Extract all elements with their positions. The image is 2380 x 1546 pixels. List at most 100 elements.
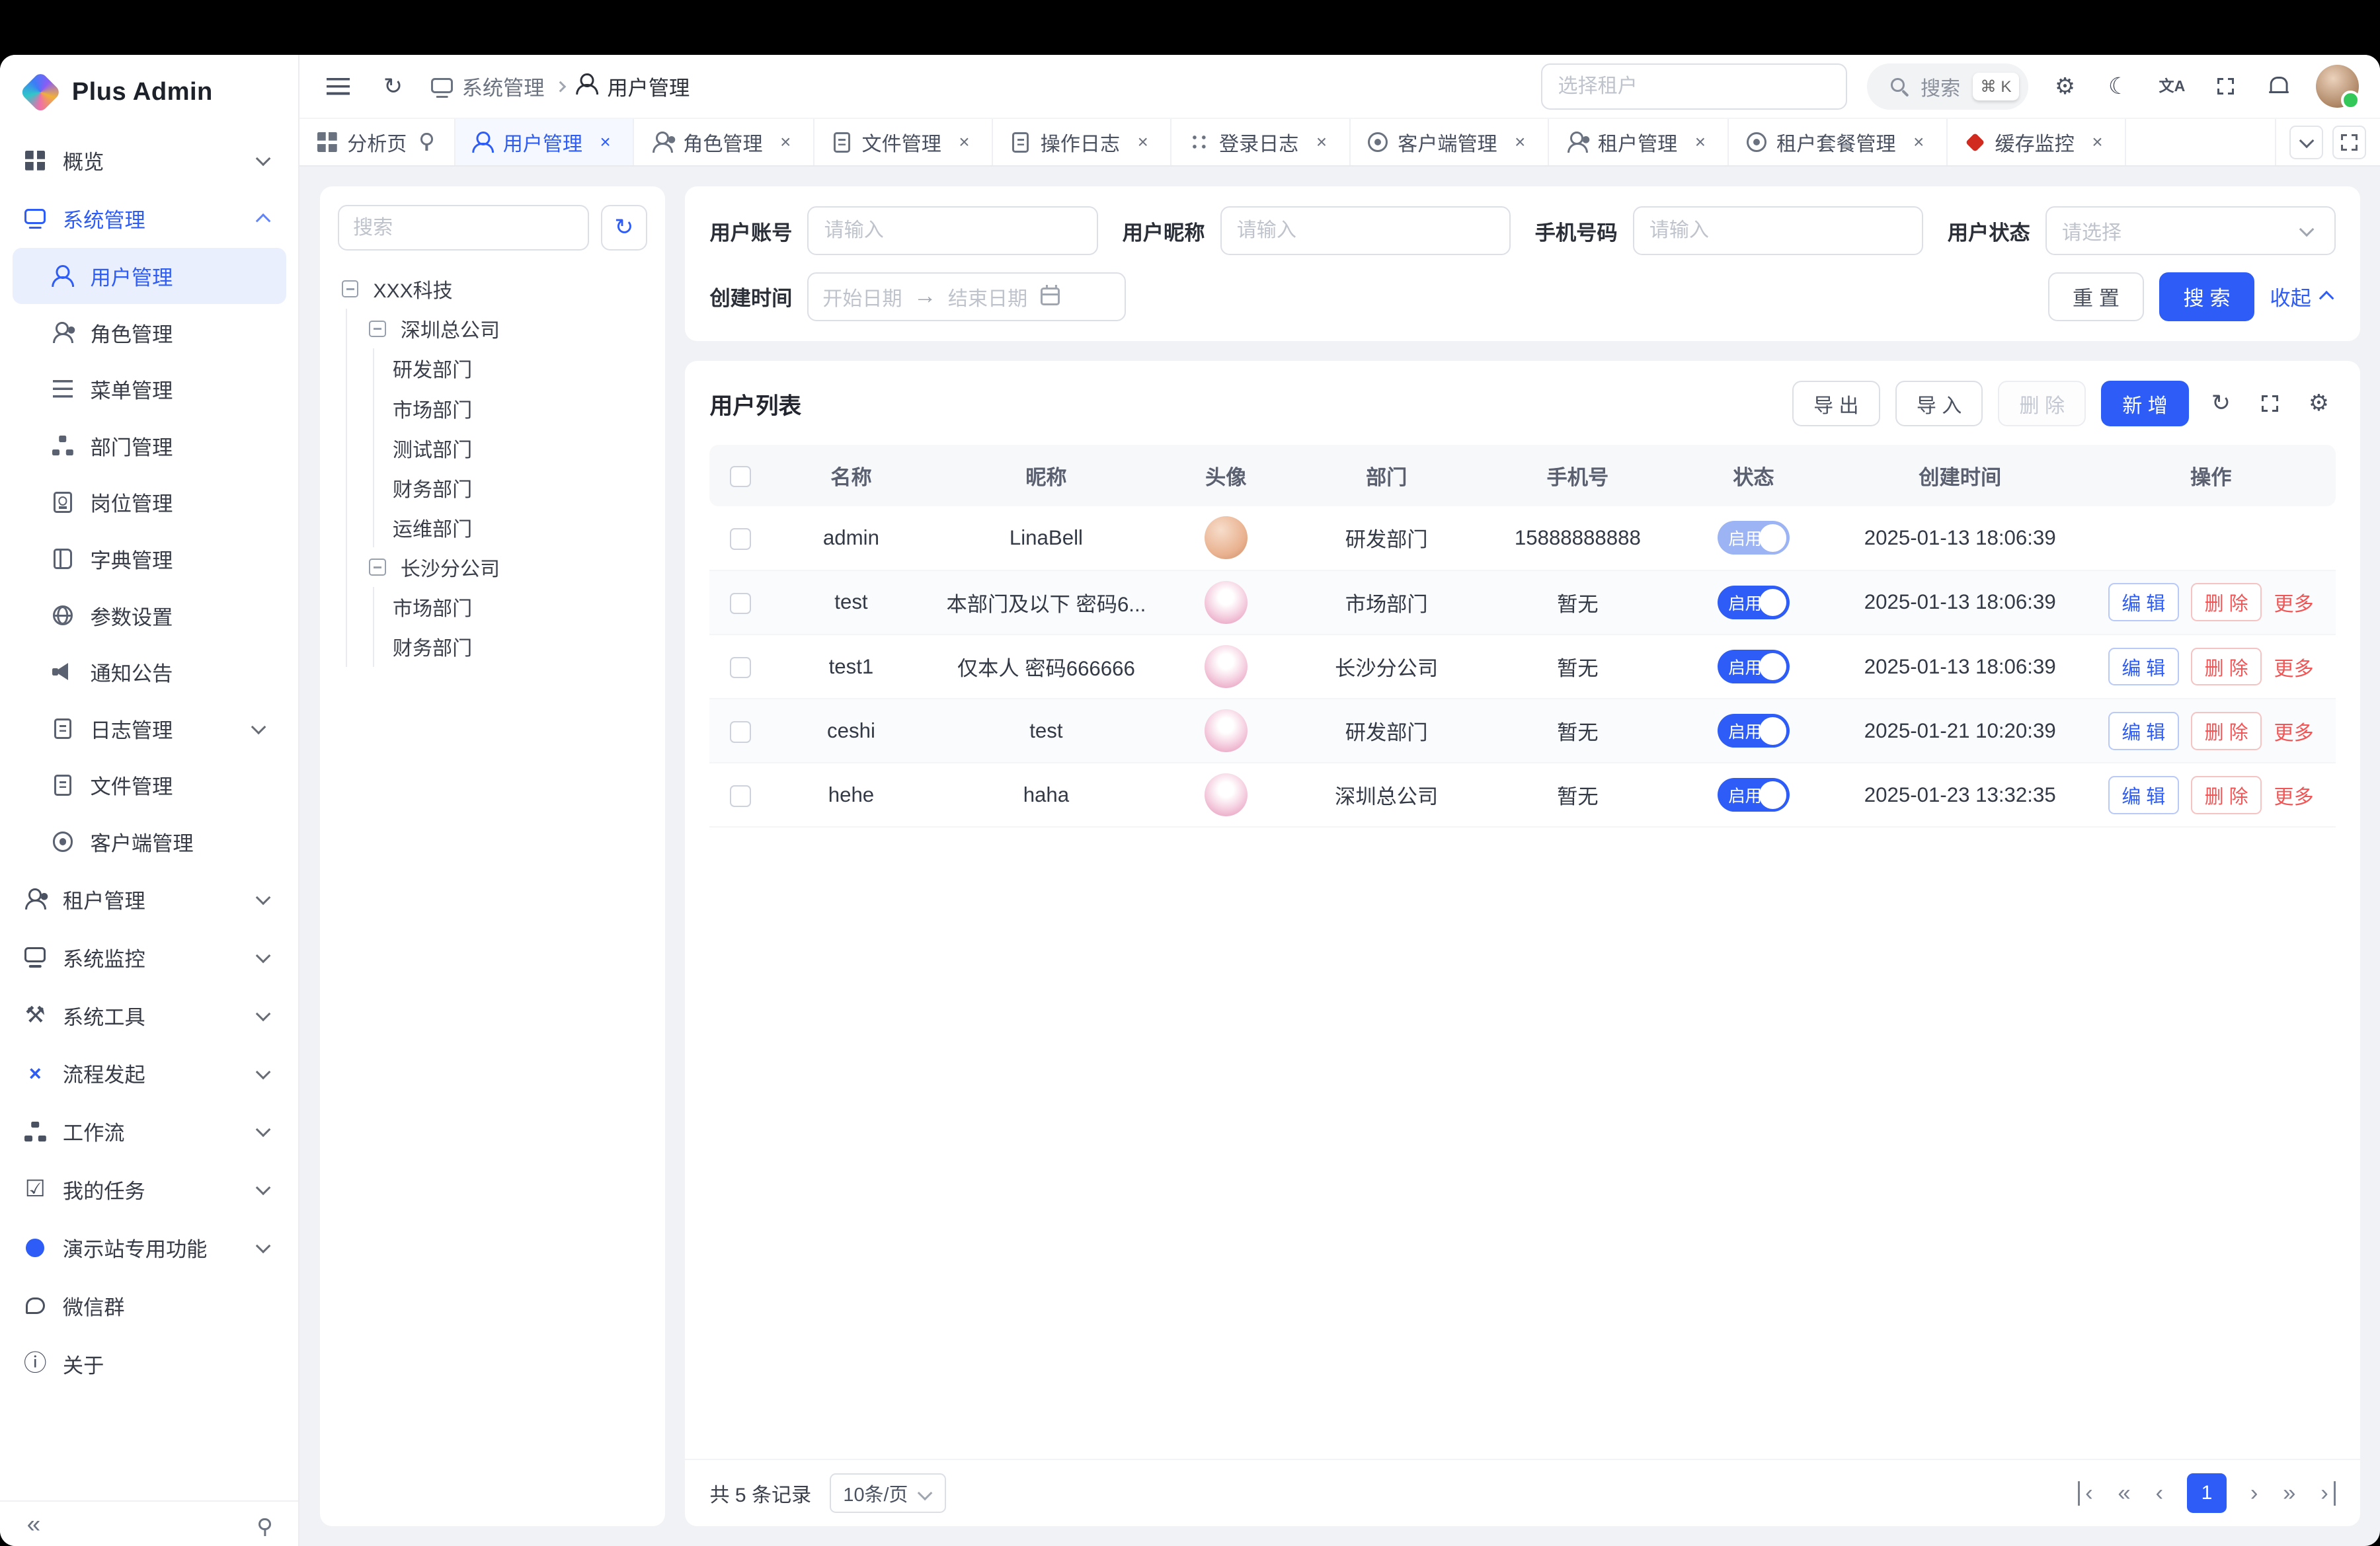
- tree-node-dept[interactable]: 测试部门: [393, 428, 647, 468]
- dark-mode-button[interactable]: ☾: [2102, 69, 2135, 103]
- reset-button[interactable]: 重 置: [2048, 272, 2144, 321]
- global-search-button[interactable]: 搜索 ⌘ K: [1867, 63, 2028, 109]
- fullscreen-button[interactable]: [2209, 69, 2242, 103]
- tab-login-logs[interactable]: 登录日志×: [1171, 119, 1350, 165]
- more-button[interactable]: 更多: [2274, 588, 2314, 617]
- refresh-page-button[interactable]: ↻: [376, 69, 410, 103]
- sidebar-item-flow-start[interactable]: 流程发起: [0, 1044, 298, 1102]
- export-button[interactable]: 导 出: [1792, 381, 1880, 426]
- tree-node-dept[interactable]: 市场部门: [393, 389, 647, 428]
- status-toggle[interactable]: 启用: [1718, 521, 1790, 555]
- edit-button[interactable]: 编 辑: [2108, 776, 2179, 814]
- tab-users[interactable]: 用户管理×: [456, 119, 634, 165]
- select-all-checkbox[interactable]: [730, 466, 751, 487]
- edit-button[interactable]: 编 辑: [2108, 712, 2179, 750]
- sidebar-subitem-posts[interactable]: 岗位管理: [13, 474, 286, 531]
- menu-collapse-button[interactable]: [321, 69, 355, 103]
- sidebar-subitem-clients[interactable]: 客户端管理: [13, 814, 286, 870]
- add-button[interactable]: 新 增: [2101, 381, 2189, 426]
- notifications-button[interactable]: [2262, 69, 2296, 103]
- import-button[interactable]: 导 入: [1895, 381, 1983, 426]
- more-button[interactable]: 更多: [2274, 781, 2314, 810]
- row-checkbox[interactable]: [730, 657, 751, 678]
- tab-close-button[interactable]: ×: [953, 132, 974, 153]
- dept-search-input[interactable]: [338, 205, 588, 251]
- tree-node-dept[interactable]: 财务部门: [393, 468, 647, 508]
- sidebar-item-demo-features[interactable]: 演示站专用功能: [0, 1219, 298, 1277]
- date-range-picker[interactable]: 开始日期 → 结束日期: [807, 272, 1125, 321]
- row-checkbox[interactable]: [730, 528, 751, 549]
- sidebar-subitem-files[interactable]: 文件管理: [13, 757, 286, 814]
- tab-layout-button[interactable]: [2332, 126, 2366, 159]
- settings-button[interactable]: ⚙: [2048, 69, 2082, 103]
- sidebar-item-tools[interactable]: ⚒系统工具: [0, 986, 298, 1044]
- delete-button[interactable]: 删 除: [2191, 776, 2262, 814]
- delete-button[interactable]: 删 除: [2191, 648, 2262, 686]
- sidebar-subitem-departments[interactable]: 部门管理: [13, 418, 286, 475]
- sidebar-subitem-dictionaries[interactable]: 字典管理: [13, 531, 286, 588]
- delete-button[interactable]: 删 除: [2191, 712, 2262, 750]
- first-page-button[interactable]: ‹: [2078, 1481, 2096, 1506]
- filter-input-phone[interactable]: [1633, 206, 1923, 255]
- tab-tenants[interactable]: 租户管理×: [1549, 119, 1729, 165]
- row-checkbox[interactable]: [730, 721, 751, 742]
- sidebar-pin-button[interactable]: [253, 1508, 277, 1539]
- tab-close-button[interactable]: ×: [1690, 132, 1711, 153]
- tab-close-button[interactable]: ×: [1908, 132, 1929, 153]
- tab-files[interactable]: 文件管理×: [814, 119, 993, 165]
- tree-node-root[interactable]: XXX科技: [338, 269, 647, 309]
- sidebar-subitem-parameters[interactable]: 参数设置: [13, 587, 286, 644]
- sidebar-item-monitor[interactable]: 系统监控: [0, 928, 298, 986]
- tab-tenant-packages[interactable]: 租户套餐管理×: [1729, 119, 1947, 165]
- collapse-filters-link[interactable]: 收起: [2270, 282, 2335, 311]
- language-button[interactable]: 文A: [2155, 69, 2189, 103]
- tab-close-button[interactable]: ×: [1132, 132, 1154, 153]
- batch-delete-button[interactable]: 删 除: [1998, 381, 2086, 426]
- status-toggle[interactable]: 启用: [1718, 586, 1790, 619]
- sidebar-subitem-menus[interactable]: 菜单管理: [13, 361, 286, 418]
- status-toggle[interactable]: 启用: [1718, 650, 1790, 683]
- search-button[interactable]: 搜 索: [2159, 272, 2255, 321]
- tenant-select-input[interactable]: [1541, 63, 1847, 109]
- sidebar-item-about[interactable]: ⓘ关于: [0, 1335, 298, 1393]
- sidebar-item-tenants[interactable]: 租户管理: [0, 870, 298, 928]
- prev-page-button[interactable]: ‹: [2152, 1481, 2167, 1506]
- more-button[interactable]: 更多: [2274, 716, 2314, 746]
- sidebar-subitem-roles[interactable]: 角色管理: [13, 304, 286, 361]
- tab-clients[interactable]: 客户端管理×: [1351, 119, 1549, 165]
- filter-input-nickname[interactable]: [1220, 206, 1511, 255]
- more-button[interactable]: 更多: [2274, 652, 2314, 681]
- tree-node-company[interactable]: 长沙分公司: [366, 547, 647, 587]
- table-refresh-button[interactable]: ↻: [2204, 387, 2238, 420]
- tree-node-dept[interactable]: 市场部门: [393, 587, 647, 627]
- tab-roles[interactable]: 角色管理×: [634, 119, 814, 165]
- last-page-button[interactable]: ›: [2317, 1481, 2335, 1506]
- table-fullscreen-button[interactable]: [2253, 387, 2287, 420]
- next-page-button[interactable]: ›: [2246, 1481, 2262, 1506]
- sidebar-item-my-tasks[interactable]: ☑我的任务: [0, 1161, 298, 1219]
- tree-node-dept[interactable]: 研发部门: [393, 348, 647, 388]
- sidebar-subitem-notices[interactable]: 通知公告: [13, 644, 286, 701]
- tree-node-dept[interactable]: 财务部门: [393, 627, 647, 666]
- row-checkbox[interactable]: [730, 785, 751, 806]
- dept-refresh-button[interactable]: ↻: [601, 205, 647, 251]
- delete-button[interactable]: 删 除: [2191, 583, 2262, 621]
- sidebar-subitem-logs[interactable]: 日志管理: [13, 701, 286, 757]
- tree-node-dept[interactable]: 运维部门: [393, 508, 647, 547]
- tree-node-company[interactable]: 深圳总公司: [366, 309, 647, 348]
- tab-close-button[interactable]: ×: [1311, 132, 1332, 153]
- table-settings-button[interactable]: ⚙: [2302, 387, 2336, 420]
- tab-analysis[interactable]: 分析页: [299, 119, 456, 165]
- sidebar-item-wechat-group[interactable]: 微信群: [0, 1277, 298, 1335]
- page-size-select[interactable]: 10条/页: [830, 1473, 946, 1513]
- tab-close-button[interactable]: ×: [594, 132, 615, 153]
- edit-button[interactable]: 编 辑: [2108, 583, 2179, 621]
- status-toggle[interactable]: 启用: [1718, 714, 1790, 748]
- current-page[interactable]: 1: [2187, 1473, 2227, 1513]
- filter-select-status[interactable]: 请选择: [2045, 206, 2336, 255]
- prev-pages-button[interactable]: «: [2116, 1481, 2131, 1506]
- breadcrumb-item-system[interactable]: 系统管理: [431, 71, 544, 101]
- user-avatar-button[interactable]: [2316, 65, 2359, 108]
- tab-close-button[interactable]: ×: [775, 132, 796, 153]
- tab-dropdown-button[interactable]: [2289, 126, 2323, 159]
